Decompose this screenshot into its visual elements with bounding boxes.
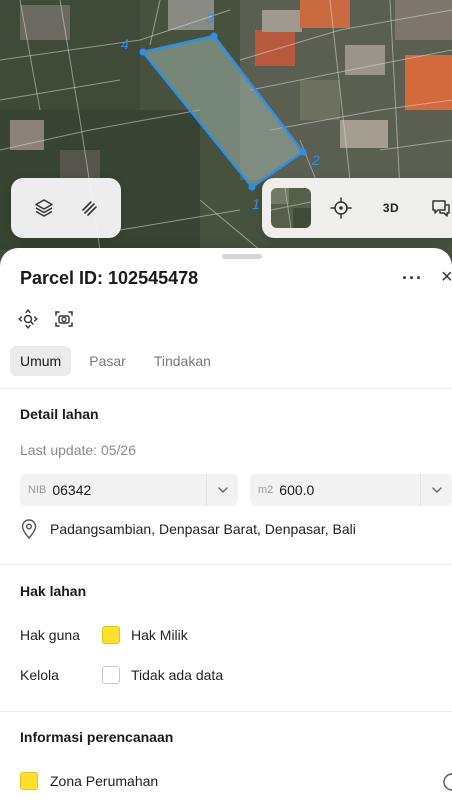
chat-button[interactable]: [421, 188, 452, 228]
parcel-tabs: Umum Pasar Tindakan: [10, 346, 221, 376]
camera-icon: [55, 311, 73, 327]
draw-button[interactable]: [69, 188, 109, 228]
tab-umum[interactable]: Umum: [10, 346, 72, 376]
vertex-label-3: 3: [206, 10, 214, 26]
zoom-to-parcel-button[interactable]: [17, 308, 39, 330]
divider: [0, 388, 452, 389]
nib-value: 06342: [52, 482, 92, 498]
parcel-tools: [17, 308, 75, 330]
divider: [0, 711, 452, 712]
nib-prefix: NIB: [28, 484, 47, 496]
area-value: 600.0: [279, 482, 315, 498]
hak-milik-swatch: [102, 626, 120, 644]
map-view-panel: 3D: [262, 178, 452, 238]
vertex-label-4: 4: [121, 36, 129, 52]
layers-button[interactable]: [24, 188, 64, 228]
kelola-swatch: [102, 666, 120, 684]
zone-row: Zona Perumahan: [20, 772, 158, 790]
screenshot-button[interactable]: [53, 308, 75, 330]
chevron-down-icon: [431, 487, 442, 493]
area-field[interactable]: m2 600.0: [250, 474, 452, 506]
chat-icon: [432, 200, 450, 217]
area-dropdown-button[interactable]: [420, 474, 452, 506]
3d-label: 3D: [382, 201, 400, 215]
draw-icon: [81, 201, 97, 216]
parcel-title: Parcel ID: 102545478: [20, 268, 199, 288]
satellite-thumbnail[interactable]: [271, 188, 311, 228]
zone-swatch: [20, 772, 38, 790]
location-pin-icon: [21, 519, 37, 539]
address-text: Padangsambian, Denpasar Barat, Denpasar,…: [50, 521, 356, 537]
area-prefix: m2: [258, 484, 274, 496]
zone-value: Zona Perumahan: [50, 773, 159, 789]
more-options-button[interactable]: ···: [402, 268, 423, 289]
hak-guna-row: Hak guna Hak Milik: [20, 626, 188, 644]
nib-field[interactable]: NIB 06342: [20, 474, 238, 506]
kelola-row: Kelola Tidak ada data: [20, 666, 223, 684]
last-update-text: Last update: 05/26: [20, 442, 136, 458]
satellite-map: [0, 0, 452, 290]
hak-guna-label: Hak guna: [20, 627, 80, 643]
close-button[interactable]: ×: [441, 266, 452, 289]
info-icon[interactable]: [442, 772, 452, 792]
divider: [0, 564, 452, 565]
vertex-label-1: 1: [252, 196, 260, 212]
planning-section-title: Informasi perencanaan: [20, 729, 174, 745]
chevron-down-icon: [217, 487, 228, 493]
crosshair-icon: [330, 197, 352, 219]
nib-dropdown-button[interactable]: [206, 474, 238, 506]
vertex-label-2: 2: [312, 152, 320, 168]
address-row: Padangsambian, Denpasar Barat, Denpasar,…: [20, 519, 356, 539]
layers-icon: [34, 199, 53, 217]
parcel-detail-sheet: Parcel ID: 102545478 ··· × Umum Pasar Ti…: [0, 248, 452, 804]
map-tools-panel: [11, 178, 121, 238]
3d-button[interactable]: 3D: [371, 188, 411, 228]
sheet-drag-handle[interactable]: [222, 254, 262, 259]
locate-button[interactable]: [321, 188, 361, 228]
tab-pasar[interactable]: Pasar: [79, 346, 136, 376]
hak-section-title: Hak lahan: [20, 583, 87, 599]
kelola-label: Kelola: [20, 667, 59, 683]
tab-tindakan[interactable]: Tindakan: [144, 346, 221, 376]
zoom-to-icon: [18, 309, 38, 329]
kelola-value: Tidak ada data: [131, 667, 224, 683]
hak-guna-value: Hak Milik: [131, 627, 188, 643]
map-view[interactable]: 1 2 3 4 3D: [0, 0, 452, 290]
detail-section-title: Detail lahan: [20, 406, 99, 422]
